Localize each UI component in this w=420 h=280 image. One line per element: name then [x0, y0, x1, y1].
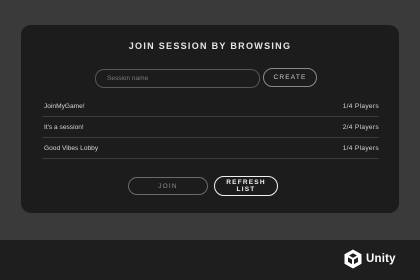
unity-cube-icon: [344, 249, 362, 269]
session-name: Good Vibes Lobby: [44, 145, 99, 152]
logo-text: Unity: [366, 253, 396, 265]
session-name: JoinMyGame!: [44, 103, 85, 110]
session-row[interactable]: It's a session! 2/4 Players: [42, 117, 379, 138]
unity-logo: Unity: [344, 249, 396, 269]
session-name-input[interactable]: [95, 69, 260, 88]
refresh-list-button[interactable]: REFRESH LIST: [214, 176, 278, 196]
session-row[interactable]: Good Vibes Lobby 1/4 Players: [42, 138, 379, 159]
create-button[interactable]: CREATE: [263, 68, 317, 87]
join-button[interactable]: JOIN: [128, 177, 208, 195]
panel-title: JOIN SESSION BY BROWSING: [128, 41, 292, 51]
join-session-panel: JOIN SESSION BY BROWSING CREATE JoinMyGa…: [21, 25, 399, 213]
player-count: 1/4 Players: [342, 103, 379, 110]
session-list: JoinMyGame! 1/4 Players It's a session! …: [42, 96, 379, 159]
session-name: It's a session!: [44, 124, 84, 131]
player-count: 2/4 Players: [342, 124, 379, 131]
session-row[interactable]: JoinMyGame! 1/4 Players: [42, 96, 379, 117]
screen: JOIN SESSION BY BROWSING CREATE JoinMyGa…: [0, 0, 420, 280]
player-count: 1/4 Players: [342, 145, 379, 152]
